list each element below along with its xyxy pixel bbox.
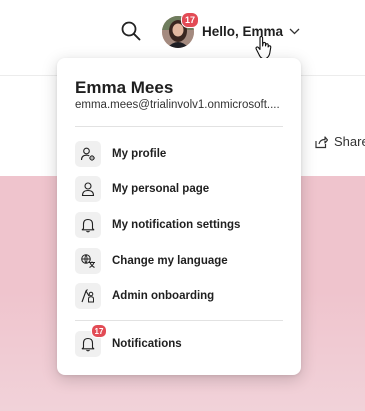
menu-item-notification-settings[interactable]: My notification settings — [75, 211, 285, 239]
chevron-down-icon — [289, 28, 300, 35]
menu-divider — [75, 126, 283, 127]
menu-item-label: My personal page — [112, 183, 210, 195]
search-icon — [121, 21, 141, 41]
avatar-button[interactable]: 17 — [162, 12, 199, 48]
menu-item-my-profile[interactable]: My profile — [75, 140, 285, 168]
menu-item-label: Change my language — [112, 255, 228, 267]
share-button[interactable]: Share — [314, 134, 365, 149]
user-email: emma.mees@trialinvolv1.onmicrosoft.... — [75, 99, 280, 111]
menu-divider — [75, 320, 283, 321]
share-label: Share — [334, 134, 365, 149]
bell-icon — [75, 212, 101, 238]
bell-icon: 17 — [75, 324, 107, 357]
notifications-badge: 17 — [91, 324, 107, 338]
menu-item-label: My profile — [112, 148, 167, 160]
share-icon — [315, 135, 328, 148]
hand-cursor-icon — [255, 36, 272, 60]
menu-item-change-language[interactable]: Change my language — [75, 247, 285, 275]
user-menu-toggle[interactable]: Hello, Emma — [202, 24, 300, 39]
menu-item-label: Notifications — [112, 338, 182, 350]
menu-item-label: My notification settings — [112, 219, 241, 231]
menu-item-notifications[interactable]: 17 Notifications — [75, 324, 285, 358]
user-dropdown-menu: Emma Mees emma.mees@trialinvolv1.onmicro… — [57, 58, 301, 375]
person-icon — [75, 176, 101, 202]
menu-item-admin-onboarding[interactable]: Admin onboarding — [75, 282, 285, 310]
profile-settings-icon — [75, 141, 101, 167]
menu-item-label: Admin onboarding — [112, 290, 215, 302]
user-name: Emma Mees — [75, 78, 174, 97]
admin-onboarding-icon — [75, 283, 101, 309]
avatar-notification-badge: 17 — [181, 12, 199, 28]
language-icon — [75, 248, 101, 274]
search-button[interactable] — [114, 14, 148, 48]
menu-item-my-personal-page[interactable]: My personal page — [75, 175, 285, 203]
